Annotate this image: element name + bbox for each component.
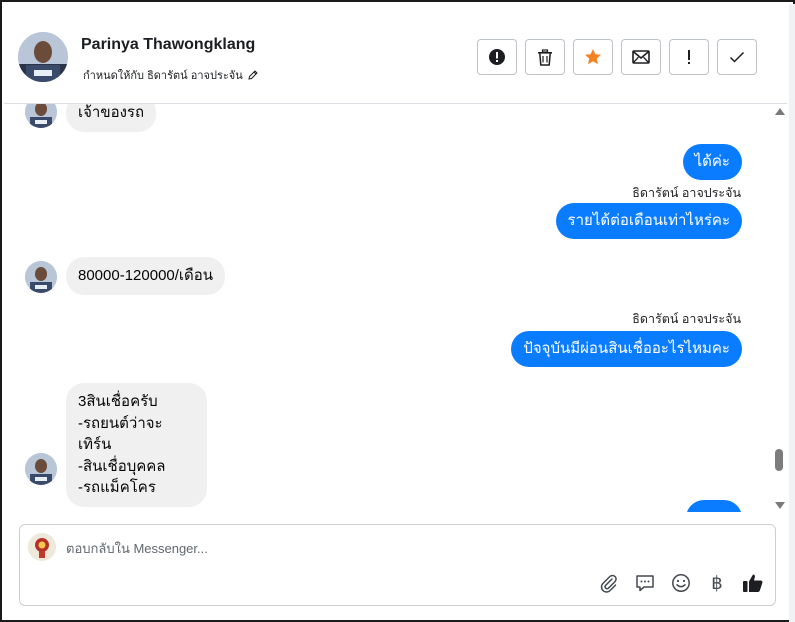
scroll-up-arrow-icon[interactable] bbox=[775, 108, 785, 115]
chat-scrollbar[interactable] bbox=[772, 104, 789, 512]
conversation-header: Parinya Thawongklang กำหนดให้กับ ธิดารัต… bbox=[4, 10, 787, 104]
page-avatar bbox=[28, 533, 56, 561]
saved-replies-button[interactable] bbox=[633, 571, 657, 595]
incoming-message: 80000-120000/เดือน bbox=[66, 257, 226, 295]
incoming-message: 3สินเชื่อครับ -รถยนต์ว่าจะเทิร์น -สินเชื… bbox=[66, 383, 207, 507]
incoming-message: เจ้าของรถ bbox=[66, 104, 157, 132]
like-button[interactable] bbox=[741, 571, 765, 595]
outgoing-message: รายได้ต่อเดือนเท่าไหร่คะ bbox=[555, 203, 742, 239]
attach-button[interactable] bbox=[597, 571, 621, 595]
sender-name: ธิดารัตน์ อาจประจัน bbox=[632, 186, 741, 200]
star-icon bbox=[585, 49, 601, 65]
pencil-icon[interactable] bbox=[247, 69, 259, 81]
trash-icon bbox=[538, 48, 552, 66]
payment-button[interactable]: ฿ bbox=[705, 571, 729, 595]
done-button[interactable] bbox=[717, 39, 757, 75]
outgoing-message-partial bbox=[686, 500, 742, 512]
scroll-thumb[interactable] bbox=[775, 449, 783, 471]
spam-button[interactable] bbox=[669, 39, 709, 75]
contact-avatar-small bbox=[25, 453, 57, 485]
assignee-text: กำหนดให้กับ ธิดารัตน์ อาจประจัน bbox=[83, 70, 243, 82]
paperclip-icon bbox=[600, 574, 617, 593]
outgoing-message: ปัจจุบันมีผ่อนสินเชื่ออะไรไหมคะ bbox=[511, 331, 742, 367]
smiley-icon bbox=[672, 574, 690, 592]
thumbs-up-icon bbox=[743, 574, 763, 592]
star-button[interactable] bbox=[573, 39, 613, 75]
message-thread[interactable]: เจ้าของรถ ได้ค่ะ ธิดารัตน์ อาจประจัน ราย… bbox=[4, 104, 772, 512]
contact-name[interactable]: Parinya Thawongklang bbox=[81, 36, 255, 54]
alert-circle-icon bbox=[489, 49, 505, 65]
emoji-button[interactable] bbox=[669, 571, 693, 595]
sender-name: ธิดารัตน์ อาจประจัน bbox=[632, 312, 741, 326]
reply-input[interactable] bbox=[66, 537, 666, 559]
reply-composer: ฿ bbox=[19, 524, 776, 606]
delete-button[interactable] bbox=[525, 39, 565, 75]
messenger-window: Parinya Thawongklang กำหนดให้กับ ธิดารัต… bbox=[0, 0, 795, 622]
envelope-icon bbox=[632, 50, 650, 64]
contact-avatar-small bbox=[25, 104, 57, 128]
contact-avatar[interactable] bbox=[18, 32, 68, 82]
exclamation-icon bbox=[688, 50, 690, 64]
chat-bubble-icon bbox=[636, 575, 654, 592]
assignee-label[interactable]: กำหนดให้กับ ธิดารัตน์ อาจประจัน bbox=[83, 66, 259, 84]
mark-unread-button[interactable] bbox=[621, 39, 661, 75]
baht-icon: ฿ bbox=[711, 572, 723, 594]
contact-avatar-small bbox=[25, 261, 57, 293]
outgoing-message: ได้ค่ะ bbox=[682, 144, 742, 180]
checkmark-icon bbox=[729, 51, 745, 63]
scroll-down-arrow-icon[interactable] bbox=[775, 502, 785, 509]
report-button[interactable] bbox=[477, 39, 517, 75]
